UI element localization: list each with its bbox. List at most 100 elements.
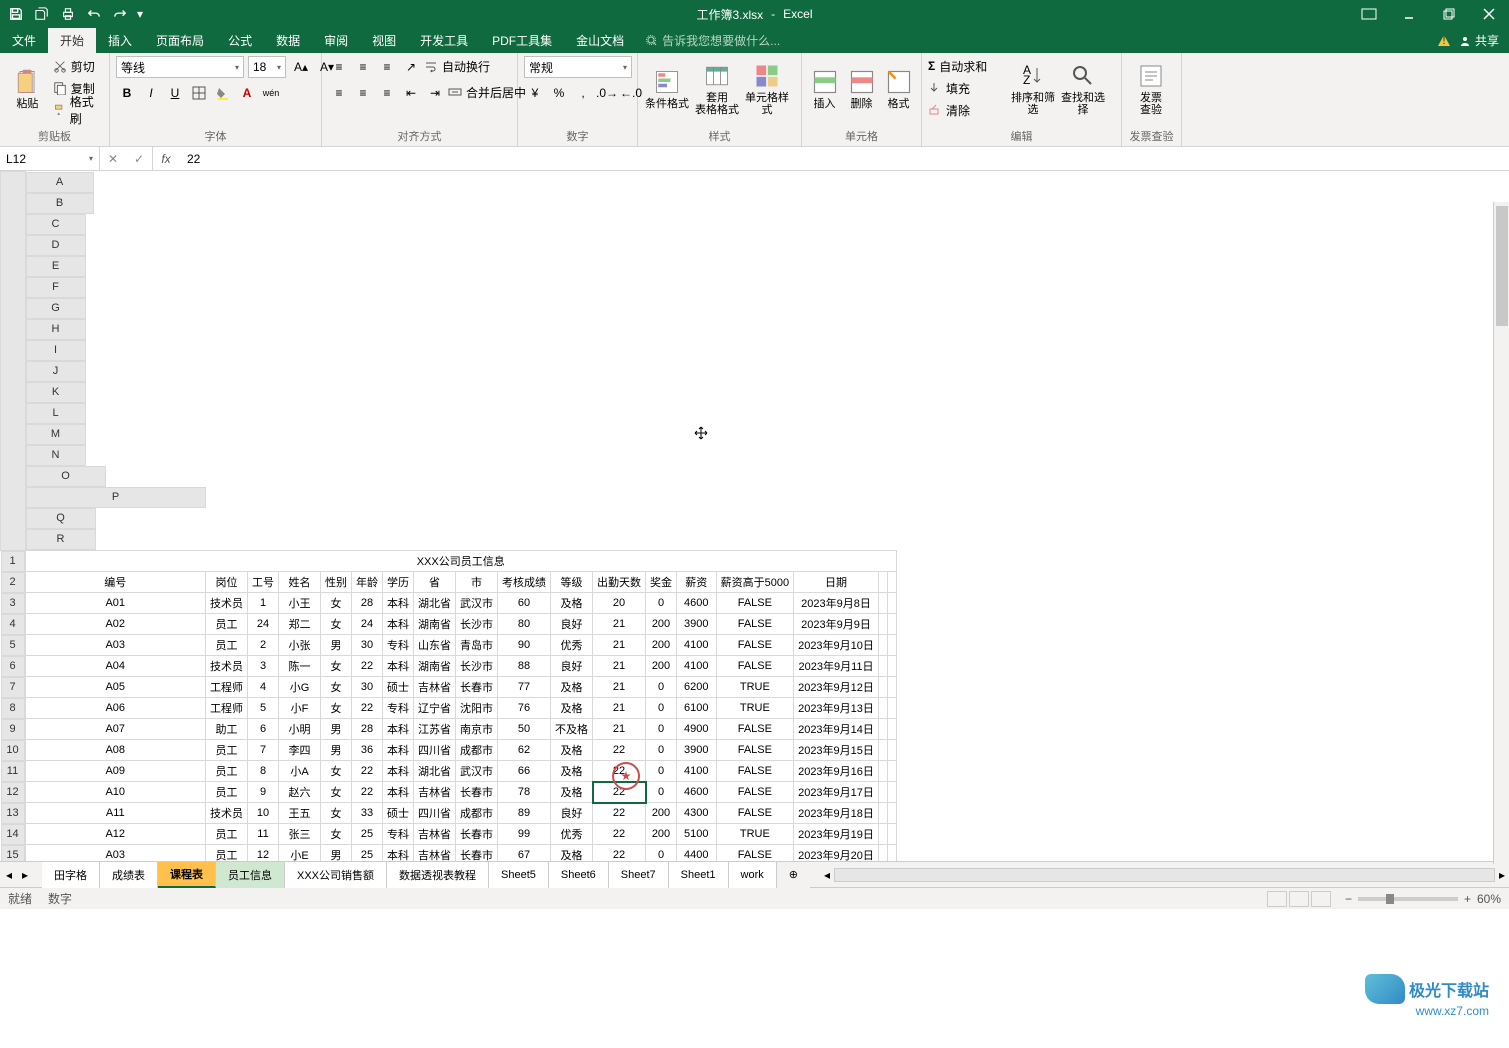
accept-formula-icon[interactable]: ✓ xyxy=(126,147,152,171)
cell-style-button[interactable]: 单元格样式 xyxy=(744,56,790,122)
sheet-tab[interactable]: 员工信息 xyxy=(216,862,285,888)
cell[interactable]: 技术员 xyxy=(206,656,248,677)
cell[interactable]: 女 xyxy=(321,782,352,803)
row-header[interactable]: 13 xyxy=(1,803,25,824)
cell[interactable]: FALSE xyxy=(716,635,793,656)
cell[interactable]: 4400 xyxy=(677,845,717,862)
cell[interactable]: 6 xyxy=(248,719,279,740)
cell[interactable]: 25 xyxy=(352,845,383,862)
sheet-tab[interactable]: XXX公司销售额 xyxy=(285,862,387,888)
indent-decrease-icon[interactable]: ⇤ xyxy=(400,82,422,104)
sheet-tab[interactable]: 成绩表 xyxy=(100,862,158,888)
tab-nav-last-icon[interactable]: ▸ xyxy=(22,868,36,882)
sort-filter-button[interactable]: AZ排序和筛选 xyxy=(1010,56,1056,122)
cell[interactable]: 76 xyxy=(498,698,551,719)
cell[interactable]: 2 xyxy=(248,635,279,656)
row-header[interactable]: 9 xyxy=(1,719,25,740)
fill-button[interactable]: 填充 xyxy=(928,78,1006,98)
horizontal-scrollbar[interactable]: ◂▸ xyxy=(820,867,1509,883)
align-right-icon[interactable]: ≡ xyxy=(376,82,398,104)
cell[interactable]: 60 xyxy=(498,593,551,614)
sheet-tab[interactable]: 数据透视表教程 xyxy=(387,862,489,888)
wrap-text-button[interactable]: 自动换行 xyxy=(424,56,508,76)
cell[interactable]: 2023年9月16日 xyxy=(794,761,879,782)
cell[interactable]: 1 xyxy=(248,593,279,614)
cell[interactable]: 员工 xyxy=(206,845,248,862)
cell[interactable] xyxy=(878,845,887,862)
table-header-cell[interactable]: 等级 xyxy=(551,572,593,593)
conditional-format-button[interactable]: 条件格式 xyxy=(644,56,690,122)
cell[interactable]: 湖北省 xyxy=(414,761,456,782)
cell[interactable]: 男 xyxy=(321,719,352,740)
cell[interactable]: A06 xyxy=(25,698,206,719)
ribbon-options-icon[interactable] xyxy=(1349,0,1389,28)
cell[interactable]: 青岛市 xyxy=(456,635,498,656)
invoice-check-button[interactable]: 发票 查验 xyxy=(1128,56,1174,122)
cell[interactable]: 0 xyxy=(646,677,677,698)
cell[interactable]: 0 xyxy=(646,698,677,719)
table-header-cell[interactable]: 出勤天数 xyxy=(593,572,646,593)
cell[interactable]: 小E xyxy=(279,845,321,862)
cell[interactable] xyxy=(887,698,896,719)
cell[interactable]: A02 xyxy=(25,614,206,635)
cell[interactable]: 200 xyxy=(646,635,677,656)
cell[interactable]: 77 xyxy=(498,677,551,698)
cell[interactable]: 硕士 xyxy=(383,677,414,698)
cell[interactable]: 3 xyxy=(248,656,279,677)
cell[interactable] xyxy=(878,593,887,614)
cancel-formula-icon[interactable]: ✕ xyxy=(100,147,126,171)
cell[interactable]: 江苏省 xyxy=(414,719,456,740)
minimize-icon[interactable] xyxy=(1389,0,1429,28)
menu-home[interactable]: 开始 xyxy=(48,28,96,53)
cell[interactable]: 4100 xyxy=(677,635,717,656)
align-left-icon[interactable]: ≡ xyxy=(328,82,350,104)
cell[interactable]: 30 xyxy=(352,677,383,698)
cell[interactable]: 12 xyxy=(248,845,279,862)
formula-input[interactable]: 22 xyxy=(179,147,1509,170)
sheet-tab[interactable]: Sheet1 xyxy=(669,862,729,888)
cell[interactable]: 2023年9月17日 xyxy=(794,782,879,803)
column-header[interactable]: K xyxy=(26,382,86,403)
cell[interactable]: 2023年9月19日 xyxy=(794,824,879,845)
increase-font-icon[interactable]: A▴ xyxy=(290,56,312,78)
cell[interactable]: 良好 xyxy=(551,803,593,824)
cell[interactable]: 四川省 xyxy=(414,803,456,824)
cell[interactable]: 赵六 xyxy=(279,782,321,803)
cell[interactable]: 小F xyxy=(279,698,321,719)
cell[interactable]: 本科 xyxy=(383,845,414,862)
cell[interactable]: 专科 xyxy=(383,824,414,845)
column-header[interactable]: D xyxy=(26,235,86,256)
cell[interactable]: 女 xyxy=(321,803,352,824)
menu-data[interactable]: 数据 xyxy=(264,28,312,53)
cell[interactable]: 湖北省 xyxy=(414,593,456,614)
cell[interactable]: 女 xyxy=(321,824,352,845)
cell[interactable]: 女 xyxy=(321,698,352,719)
cell[interactable]: 四川省 xyxy=(414,740,456,761)
cell[interactable]: A03 xyxy=(25,635,206,656)
cell[interactable]: 本科 xyxy=(383,719,414,740)
cell[interactable]: 山东省 xyxy=(414,635,456,656)
currency-icon[interactable]: ¥ xyxy=(524,82,546,104)
cell[interactable] xyxy=(887,782,896,803)
sheet-tab[interactable]: 田字格 xyxy=(42,862,100,888)
cell[interactable]: 2023年9月12日 xyxy=(794,677,879,698)
cell[interactable]: 成都市 xyxy=(456,740,498,761)
row-header[interactable]: 10 xyxy=(1,740,25,761)
cell[interactable]: FALSE xyxy=(716,782,793,803)
save-all-icon[interactable] xyxy=(30,2,54,26)
row-header[interactable]: 7 xyxy=(1,677,25,698)
cell[interactable]: 4100 xyxy=(677,761,717,782)
cell[interactable]: 4300 xyxy=(677,803,717,824)
cell[interactable]: 21 xyxy=(593,635,646,656)
find-select-button[interactable]: 查找和选择 xyxy=(1060,56,1106,122)
comma-icon[interactable]: , xyxy=(572,82,594,104)
increase-decimal-icon[interactable]: .0→ xyxy=(596,82,618,104)
cell[interactable]: 女 xyxy=(321,656,352,677)
row-header[interactable]: 15 xyxy=(1,845,25,862)
column-header[interactable]: F xyxy=(26,277,86,298)
menu-file[interactable]: 文件 xyxy=(0,28,48,53)
cell[interactable] xyxy=(878,677,887,698)
table-header-cell[interactable]: 奖金 xyxy=(646,572,677,593)
table-format-button[interactable]: 套用 表格格式 xyxy=(694,56,740,122)
cell[interactable]: 22 xyxy=(352,698,383,719)
